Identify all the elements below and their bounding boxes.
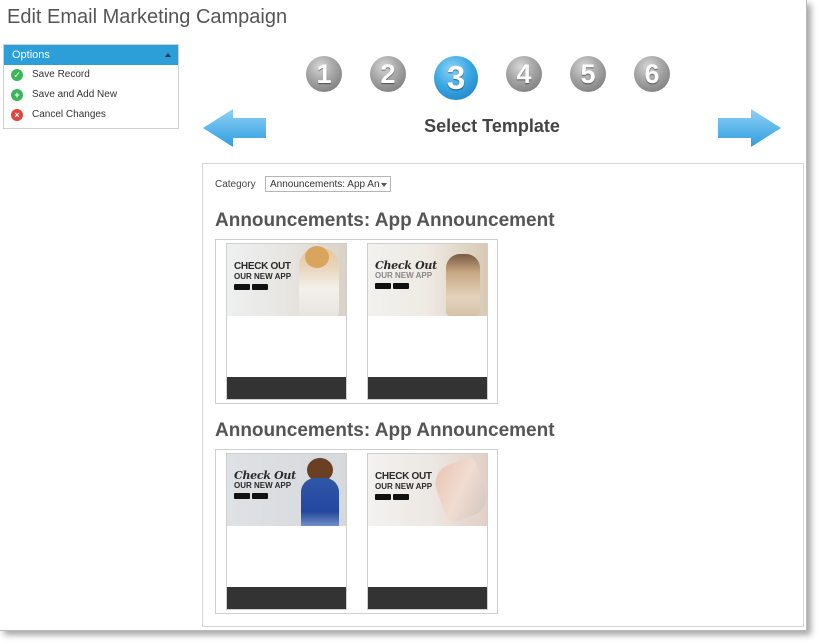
template-card[interactable]: Check Out OUR NEW APP <box>367 243 488 400</box>
step-5[interactable]: 5 <box>570 56 606 92</box>
step-2[interactable]: 2 <box>370 56 406 92</box>
template-headline-line1: CHECK OUT <box>234 261 291 272</box>
category-select[interactable]: Announcements: App An <box>265 176 391 192</box>
template-headline: Check Out OUR NEW APP <box>375 260 437 289</box>
app-store-badge-icon <box>234 284 250 290</box>
right-arrow-icon <box>718 109 781 147</box>
template-group: CHECK OUT OUR NEW APP Check Out OUR NEW … <box>215 239 498 404</box>
left-arrow-icon <box>203 109 266 147</box>
template-headline: CHECK OUT OUR NEW APP <box>375 472 432 500</box>
template-card[interactable]: Check Out OUR NEW APP <box>226 453 347 610</box>
template-footer <box>368 587 487 609</box>
x-circle-icon: × <box>11 109 23 121</box>
step-4[interactable]: 4 <box>506 56 542 92</box>
play-store-badge-icon <box>252 284 268 290</box>
play-store-badge-icon <box>393 283 409 289</box>
chevron-down-icon <box>381 183 387 187</box>
template-headline-line1: CHECK OUT <box>375 471 432 482</box>
template-headline: CHECK OUT OUR NEW APP <box>234 262 291 290</box>
step-title: Select Template <box>424 116 560 136</box>
template-footer <box>368 377 487 399</box>
template-preview-image: Check Out OUR NEW APP <box>227 454 346 526</box>
app-store-badge-icon <box>375 494 391 500</box>
template-headline: Check Out OUR NEW APP <box>234 470 296 499</box>
template-group: Check Out OUR NEW APP CHECK OUT OUR NEW … <box>215 449 498 614</box>
step-6[interactable]: 6 <box>634 56 670 92</box>
step-3-active[interactable]: 3 <box>434 56 478 100</box>
template-headline-line2: OUR NEW APP <box>375 271 433 280</box>
template-preview-image: CHECK OUT OUR NEW APP <box>227 244 346 316</box>
template-headline-line1: Check Out <box>375 259 437 272</box>
template-headline-line2: OUR NEW APP <box>234 481 292 490</box>
play-store-badge-icon <box>252 493 268 499</box>
wizard-steps: 1 2 3 4 5 6 <box>0 0 806 110</box>
template-footer <box>227 587 346 609</box>
next-step-button[interactable] <box>718 109 782 152</box>
template-preview-image: Check Out OUR NEW APP <box>368 244 487 316</box>
app-store-badge-icon <box>375 283 391 289</box>
template-panel: Category Announcements: App An Announcem… <box>202 163 804 627</box>
template-headline-line2: OUR NEW APP <box>234 272 292 281</box>
category-select-value: Announcements: App An <box>270 179 380 190</box>
template-card[interactable]: CHECK OUT OUR NEW APP <box>226 243 347 400</box>
template-group-title: Announcements: App Announcement <box>215 420 555 441</box>
app-window: Edit Email Marketing Campaign Options ✓ … <box>0 0 807 631</box>
previous-step-button[interactable] <box>203 109 267 152</box>
app-store-badge-icon <box>234 493 250 499</box>
template-preview-image: CHECK OUT OUR NEW APP <box>368 454 487 526</box>
step-1[interactable]: 1 <box>306 56 342 92</box>
template-headline-line1: Check Out <box>234 469 296 482</box>
template-footer <box>227 377 346 399</box>
template-group-title: Announcements: App Announcement <box>215 210 555 231</box>
template-card[interactable]: CHECK OUT OUR NEW APP <box>367 453 488 610</box>
play-store-badge-icon <box>393 494 409 500</box>
category-label: Category <box>215 179 256 190</box>
template-headline-line2: OUR NEW APP <box>375 482 433 491</box>
